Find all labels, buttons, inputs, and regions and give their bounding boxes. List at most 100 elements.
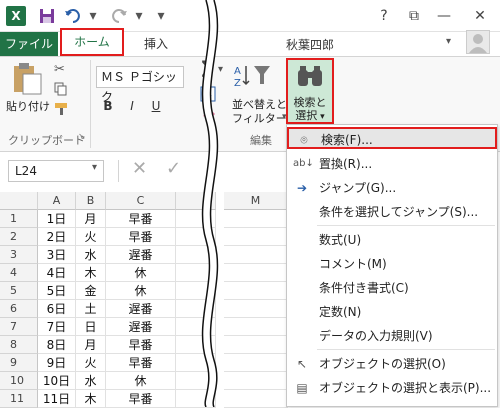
cell-c[interactable]: 休 (106, 372, 176, 390)
menu-item-select-objects[interactable]: ↖ オブジェクトの選択(O) (287, 353, 497, 375)
cell-a[interactable]: 2日 (38, 228, 76, 246)
select-all-corner[interactable] (0, 192, 38, 210)
tab-file[interactable]: ファイル (0, 32, 58, 56)
sort-filter-label-2[interactable]: フィルター (232, 110, 287, 126)
ribbon-display-options-button[interactable]: ⧉ (400, 4, 428, 28)
cell-b[interactable]: 火 (76, 228, 106, 246)
menu-item-conditional-formatting[interactable]: 条件付き書式(C) (287, 277, 497, 299)
cell-a[interactable]: 5日 (38, 282, 76, 300)
cell-a[interactable]: 8日 (38, 336, 76, 354)
close-button[interactable]: ✕ (466, 4, 494, 28)
cell-b[interactable]: 土 (76, 300, 106, 318)
undo-icon[interactable] (62, 6, 84, 26)
row-header[interactable]: 4 (0, 264, 38, 282)
cell-m[interactable] (224, 246, 288, 264)
cell-b[interactable]: 金 (76, 282, 106, 300)
cell-b[interactable]: 水 (76, 372, 106, 390)
column-header-b[interactable]: B (76, 192, 106, 210)
row-header[interactable]: 1 (0, 210, 38, 228)
row-header[interactable]: 3 (0, 246, 38, 264)
dialog-launcher-icon[interactable]: ↘ (78, 132, 86, 142)
bold-button[interactable]: B (98, 96, 118, 116)
avatar[interactable] (466, 30, 490, 54)
menu-item-goto-special[interactable]: 条件を選択してジャンプ(S)... (287, 201, 497, 223)
menu-item-formulas[interactable]: 数式(U) (287, 229, 497, 251)
sort-filter-icon[interactable]: AZ (232, 62, 278, 88)
menu-item-data-validation[interactable]: データの入力規則(V) (287, 325, 497, 347)
user-name[interactable]: 秋葉四郎 (286, 36, 334, 53)
cell-b[interactable]: 木 (76, 390, 106, 408)
cell-a[interactable]: 3日 (38, 246, 76, 264)
cell-b[interactable]: 火 (76, 354, 106, 372)
user-dropdown-icon[interactable]: ▾ (446, 36, 451, 47)
cell-c[interactable]: 遅番 (106, 300, 176, 318)
cut-icon[interactable]: ✂ (54, 62, 65, 77)
cell-b[interactable]: 日 (76, 318, 106, 336)
cell-m[interactable] (224, 282, 288, 300)
name-box[interactable]: L24 (8, 160, 104, 182)
find-select-label[interactable]: 検索と 選択 ▾ (288, 96, 332, 124)
customize-qat-icon[interactable]: ▾ (150, 6, 172, 26)
cell-c[interactable]: 早番 (106, 336, 176, 354)
cell-m[interactable] (224, 210, 288, 228)
cell-b[interactable]: 木 (76, 264, 106, 282)
enter-icon[interactable]: ✓ (166, 158, 181, 179)
cell-m[interactable] (224, 390, 288, 408)
underline-button[interactable]: U (146, 96, 166, 116)
cell-a[interactable]: 4日 (38, 264, 76, 282)
row-header[interactable]: 2 (0, 228, 38, 246)
row-header[interactable]: 8 (0, 336, 38, 354)
column-header-c[interactable]: C (106, 192, 176, 210)
format-painter-icon[interactable] (54, 102, 70, 116)
menu-item-constants[interactable]: 定数(N) (287, 301, 497, 323)
cell-c[interactable]: 遅番 (106, 318, 176, 336)
cell-b[interactable]: 月 (76, 336, 106, 354)
cell-c[interactable]: 早番 (106, 354, 176, 372)
cell-b[interactable]: 月 (76, 210, 106, 228)
cell-c[interactable]: 休 (106, 282, 176, 300)
font-name-select[interactable]: ＭＳ Ｐゴシック (96, 66, 184, 104)
menu-item-find[interactable]: ⌾ 検索(F)... (287, 127, 497, 149)
menu-item-selection-pane[interactable]: ▤ オブジェクトの選択と表示(P)... (287, 377, 497, 399)
menu-item-goto[interactable]: ➔ ジャンプ(G)... (287, 177, 497, 199)
cell-m[interactable] (224, 354, 288, 372)
name-box-dropdown-icon[interactable]: ▾ (92, 162, 97, 173)
menu-item-comments[interactable]: コメント(M) (287, 253, 497, 275)
redo-icon[interactable] (108, 6, 130, 26)
row-header[interactable]: 6 (0, 300, 38, 318)
menu-item-replace[interactable]: ab↓ 置換(R)... (287, 153, 497, 175)
cell-m[interactable] (224, 318, 288, 336)
cell-a[interactable]: 9日 (38, 354, 76, 372)
cell-a[interactable]: 6日 (38, 300, 76, 318)
italic-button[interactable]: I (122, 96, 142, 116)
cell-a[interactable]: 1日 (38, 210, 76, 228)
cell-m[interactable] (224, 300, 288, 318)
minimize-button[interactable]: — (430, 4, 458, 28)
row-header[interactable]: 5 (0, 282, 38, 300)
row-header[interactable]: 11 (0, 390, 38, 408)
tab-home[interactable]: ホーム (60, 28, 124, 56)
row-header[interactable]: 9 (0, 354, 38, 372)
cell-b[interactable]: 水 (76, 246, 106, 264)
column-header-a[interactable]: A (38, 192, 76, 210)
copy-icon[interactable] (54, 82, 68, 96)
column-header-m[interactable]: M (224, 192, 288, 210)
cell-c[interactable]: 早番 (106, 210, 176, 228)
cell-m[interactable] (224, 228, 288, 246)
cell-c[interactable]: 遅番 (106, 246, 176, 264)
cell-a[interactable]: 10日 (38, 372, 76, 390)
row-header[interactable]: 7 (0, 318, 38, 336)
paste-button[interactable]: 貼り付け (6, 98, 50, 114)
cell-c[interactable]: 休 (106, 264, 176, 282)
redo-dropdown-icon[interactable]: ▾ (128, 6, 150, 26)
paste-icon[interactable] (8, 62, 48, 96)
cell-m[interactable] (224, 264, 288, 282)
cell-c[interactable]: 早番 (106, 390, 176, 408)
cell-a[interactable]: 11日 (38, 390, 76, 408)
cell-m[interactable] (224, 336, 288, 354)
cancel-icon[interactable]: ✕ (132, 158, 147, 179)
undo-dropdown-icon[interactable]: ▾ (82, 6, 104, 26)
tab-insert[interactable]: 挿入 (136, 32, 176, 56)
cell-a[interactable]: 7日 (38, 318, 76, 336)
row-header[interactable]: 10 (0, 372, 38, 390)
